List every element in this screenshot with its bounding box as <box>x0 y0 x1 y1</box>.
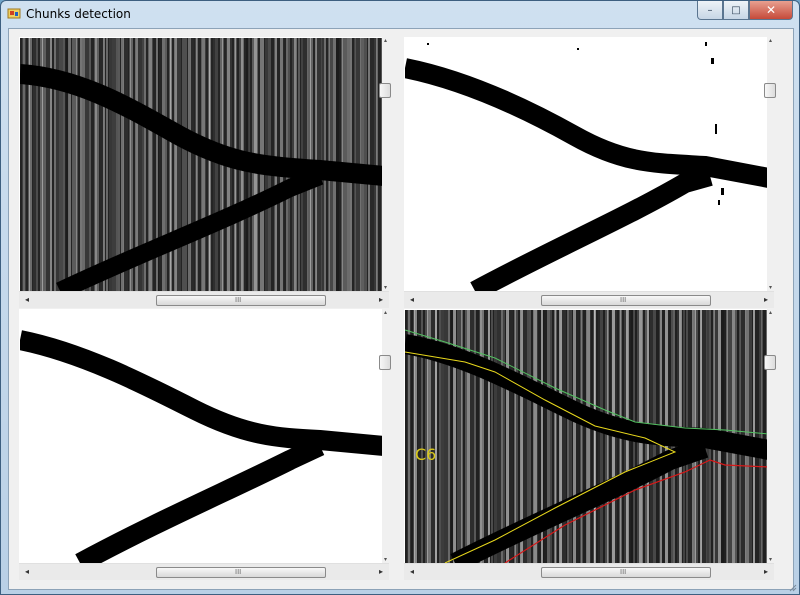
grip-icon: III <box>620 296 627 304</box>
main-window: Chunks detection – □ ✕ ▴ ▾ ◂ III ▸ ▴ ▾ ◂… <box>0 0 800 595</box>
vertical-scrollbar[interactable]: ▴ ▾ <box>764 309 776 563</box>
horizontal-scroll-thumb[interactable]: III <box>541 295 711 306</box>
close-button[interactable]: ✕ <box>749 1 793 20</box>
vertical-scrollbar[interactable]: ▴ ▾ <box>764 37 776 291</box>
scroll-left-arrow[interactable]: ◂ <box>21 566 33 578</box>
scroll-down-arrow[interactable]: ▾ <box>382 284 389 291</box>
scroll-down-arrow[interactable]: ▾ <box>382 556 389 563</box>
scroll-up-arrow[interactable]: ▴ <box>382 37 389 44</box>
scroll-right-arrow[interactable]: ▸ <box>375 294 387 306</box>
vertical-scrollbar[interactable]: ▴ ▾ <box>379 309 391 563</box>
scroll-right-arrow[interactable]: ▸ <box>760 294 772 306</box>
grip-icon: III <box>235 568 242 576</box>
scroll-up-arrow[interactable]: ▴ <box>767 37 774 44</box>
maximize-button[interactable]: □ <box>723 1 749 20</box>
horizontal-scrollbar[interactable]: ◂ III ▸ <box>19 563 389 580</box>
horizontal-scroll-thumb[interactable]: III <box>541 567 711 578</box>
scroll-left-arrow[interactable]: ◂ <box>21 294 33 306</box>
grayscale-image <box>20 38 384 291</box>
window-controls: – □ ✕ <box>697 1 793 20</box>
detected-overlay-image: C6 <box>405 310 769 563</box>
scroll-down-arrow[interactable]: ▾ <box>767 556 774 563</box>
scroll-up-arrow[interactable]: ▴ <box>767 309 774 316</box>
horizontal-scrollbar[interactable]: ◂ III ▸ <box>404 563 774 580</box>
window-title: Chunks detection <box>26 7 131 21</box>
pane-binary-cleaned: ▴ ▾ ◂ III ▸ <box>19 309 391 580</box>
vertical-scroll-thumb[interactable] <box>379 355 391 370</box>
grip-icon: III <box>620 568 627 576</box>
scroll-right-arrow[interactable]: ▸ <box>375 566 387 578</box>
pane-binary-threshold: ▴ ▾ ◂ III ▸ <box>404 37 776 308</box>
pane-grayscale-source: ▴ ▾ ◂ III ▸ <box>19 37 391 308</box>
scroll-left-arrow[interactable]: ◂ <box>406 294 418 306</box>
app-icon <box>7 8 21 19</box>
binary-threshold-image <box>405 38 769 291</box>
maximize-icon: □ <box>731 4 741 16</box>
vertical-scroll-thumb[interactable] <box>379 83 391 98</box>
horizontal-scrollbar[interactable]: ◂ III ▸ <box>19 291 389 308</box>
horizontal-scroll-thumb[interactable]: III <box>156 567 326 578</box>
scroll-left-arrow[interactable]: ◂ <box>406 566 418 578</box>
vertical-scroll-thumb[interactable] <box>764 355 776 370</box>
chunk-label: C6 <box>415 445 436 464</box>
horizontal-scroll-thumb[interactable]: III <box>156 295 326 306</box>
horizontal-scrollbar[interactable]: ◂ III ▸ <box>404 291 774 308</box>
vertical-scroll-thumb[interactable] <box>764 83 776 98</box>
minimize-icon: – <box>707 4 713 16</box>
pane-detected-overlay: C6 ▴ ▾ ◂ III ▸ <box>404 309 776 580</box>
client-area: ▴ ▾ ◂ III ▸ ▴ ▾ ◂ III ▸ ▴ ▾ ◂ III ▸ C6 ▴… <box>8 28 794 590</box>
scroll-up-arrow[interactable]: ▴ <box>382 309 389 316</box>
minimize-button[interactable]: – <box>697 1 723 20</box>
resize-grip-icon[interactable] <box>787 582 797 592</box>
binary-cleaned-image <box>20 310 384 563</box>
scroll-right-arrow[interactable]: ▸ <box>760 566 772 578</box>
scroll-down-arrow[interactable]: ▾ <box>767 284 774 291</box>
grip-icon: III <box>235 296 242 304</box>
close-icon: ✕ <box>765 3 777 17</box>
title-bar[interactable]: Chunks detection – □ ✕ <box>1 1 799 27</box>
vertical-scrollbar[interactable]: ▴ ▾ <box>379 37 391 291</box>
